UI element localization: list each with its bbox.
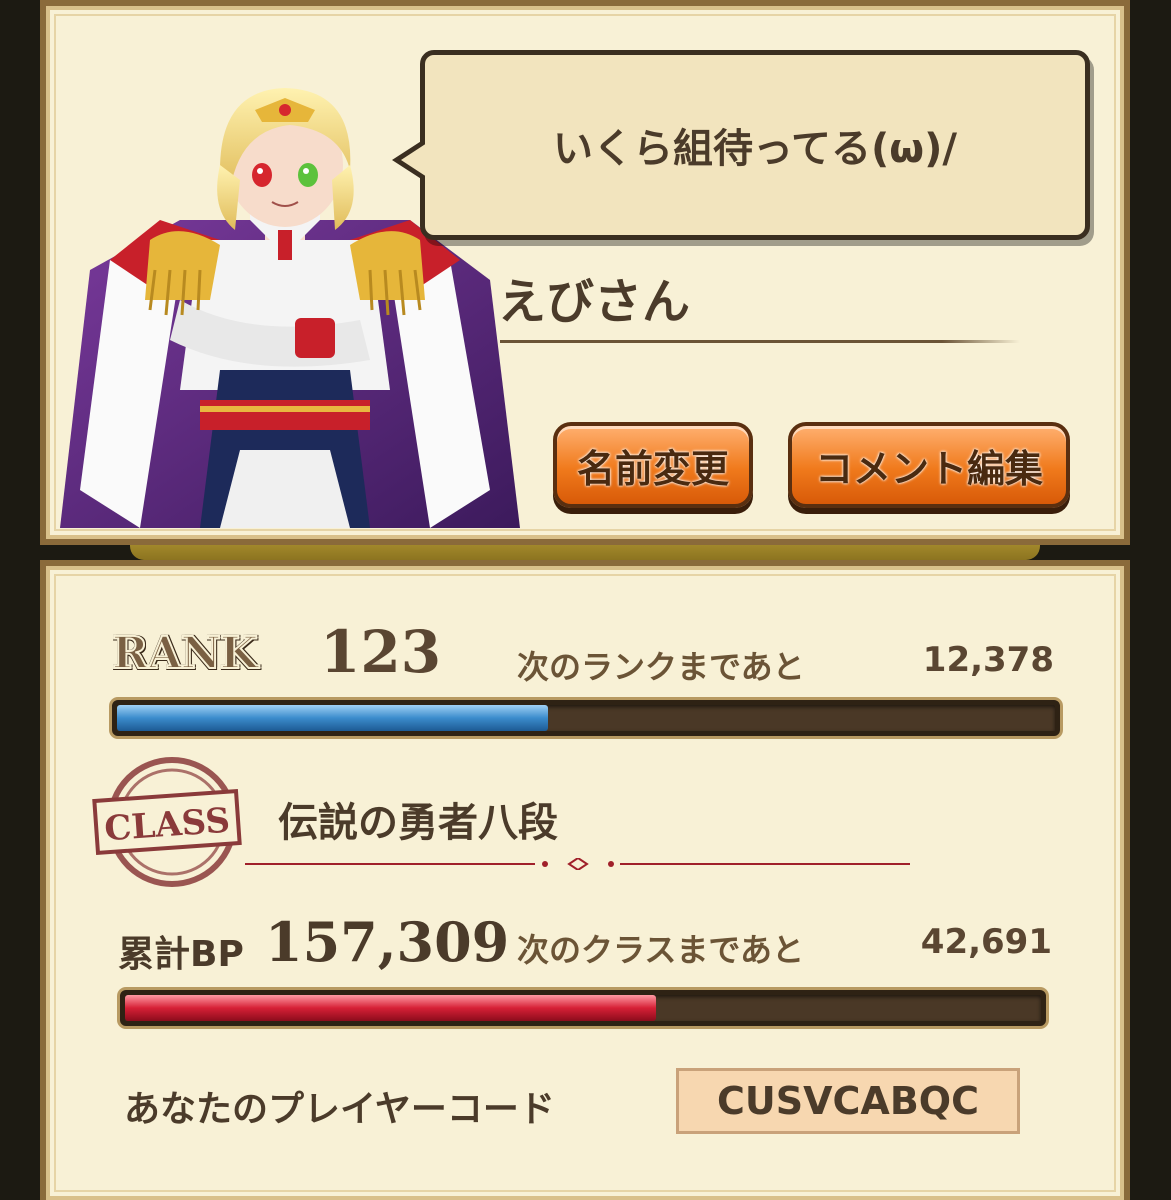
comment-text: いくら組待ってる(ω)/ [553,126,957,172]
rank-badge: RANK [111,627,259,680]
player-code-label: あなたのプレイヤーコード [124,1089,555,1130]
next-rank-value: 12,378 [922,640,1054,680]
class-name: 伝説の勇者八段 [278,800,558,846]
change-name-button[interactable]: 名前変更 [553,422,753,508]
class-divider [245,858,910,870]
player-name: えびさん [498,274,691,330]
comment-bubble: いくら組待ってる(ω)/ [420,50,1090,240]
class-stamp-icon: CLASS [92,757,242,887]
rank-value: 123 [320,618,442,686]
bp-label: 累計BP [118,934,244,975]
edit-comment-button[interactable]: コメント編集 [788,422,1070,508]
class-progress-bar [120,990,1046,1026]
rank-progress-bar [112,700,1060,736]
next-rank-label: 次のランクまであと [517,648,805,686]
next-class-value: 42,691 [920,922,1052,962]
player-code-field[interactable]: CUSVCABQC [676,1068,1020,1134]
class-progress-fill [125,995,657,1021]
name-underline [500,340,1020,343]
rank-progress-fill [117,705,549,731]
player-code-value: CUSVCABQC [717,1079,979,1123]
speech-bubble-tail-inner [401,143,427,177]
bp-value: 157,309 [265,910,510,974]
next-class-label: 次のクラスまであと [517,931,805,969]
